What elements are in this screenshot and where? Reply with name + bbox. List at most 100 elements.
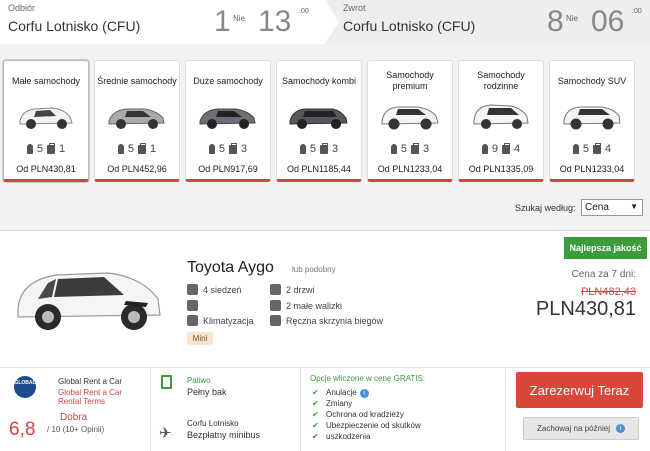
sort-bar: Szukaj według: Cena ▼: [0, 190, 650, 222]
luggage-icon: [47, 142, 55, 154]
rating-reviews[interactable]: / 10 (10+ Opinii): [47, 425, 104, 434]
return-weekday: Nie: [566, 14, 579, 23]
passenger-icon: [299, 144, 306, 154]
chevron-down-icon: ▼: [630, 202, 638, 211]
feature-bags: 2 małe walizki: [270, 300, 342, 311]
category-bags: 1: [59, 143, 66, 155]
passenger-icon: [208, 144, 215, 154]
category-bags: 4: [605, 143, 612, 155]
luggage-icon: [187, 300, 198, 311]
category-seats: 5: [309, 143, 316, 155]
category-tile-estate[interactable]: Samochody kombi 5 3 Od PLN1185,44: [276, 60, 362, 182]
rating-score: 6,8: [9, 419, 36, 440]
white-minivan-car-icon: [473, 104, 529, 129]
included-option: Anulacjei: [312, 387, 421, 398]
return-day: 8: [547, 5, 564, 38]
supplier-logo: GLOBAL: [14, 376, 36, 398]
pickup-location: Corfu Lotnisko (CFU): [8, 18, 141, 34]
return-label: Zwrot: [343, 3, 366, 13]
airport-label: Corfu Lotnisko: [187, 419, 239, 428]
category-price: Od PLN1233,04: [559, 164, 625, 174]
or-similar-label: lub podobny: [292, 265, 336, 274]
car-model-name: Toyota Aygo: [187, 259, 274, 276]
white-hatchback-car-icon: [19, 107, 73, 129]
category-price: Od PLN430,81: [16, 164, 76, 174]
car-category-list: Małe samochody 5 1 Od PLN430,81 Średnie s…: [0, 60, 650, 182]
included-option: Ochrona od kradzieży: [312, 409, 421, 420]
fuel-value: Pełny bak: [187, 387, 227, 397]
passenger-icon: [26, 144, 33, 154]
category-name: Samochody SUV: [557, 75, 627, 86]
included-option: Zmiany: [312, 398, 421, 409]
supplier-name: Global Rent a Car: [58, 377, 123, 386]
white-suv-car-icon: [563, 106, 621, 130]
category-price: Od PLN917,69: [198, 164, 258, 174]
feature-doors: 2 drzwi: [270, 284, 315, 295]
passenger-icon: [117, 144, 124, 154]
category-name: Samochody premium: [386, 70, 434, 91]
book-now-button[interactable]: Zarezerwuj Teraz: [516, 372, 643, 408]
supplier-terms-link[interactable]: Global Rent a Car Rental Terms: [58, 388, 122, 406]
category-bags: 3: [332, 143, 339, 155]
save-for-later-button[interactable]: Zachowaj na później i: [523, 417, 639, 440]
info-icon[interactable]: i: [359, 389, 369, 398]
toyota-aygo-car-image: [17, 272, 161, 330]
category-tile-premium[interactable]: Samochody premium 5 3 Od PLN1233,04: [367, 60, 453, 182]
category-price: Od PLN1233,04: [377, 164, 443, 174]
category-price: Od PLN452,96: [107, 164, 167, 174]
category-tile-family[interactable]: Samochody rodzinne 9 4 Od PLN1335,09: [458, 60, 544, 182]
category-bags: 1: [150, 143, 157, 155]
category-price: Od PLN1185,44: [287, 164, 351, 174]
dark-estate-car-icon: [289, 108, 348, 129]
airplane-icon: ✈: [159, 425, 172, 442]
category-name: Małe samochody: [11, 75, 81, 86]
grey-hatchback-car-icon: [108, 108, 165, 129]
category-seats: 5: [582, 143, 589, 155]
category-name: Średnie samochody: [97, 75, 177, 86]
luggage-icon: [411, 142, 419, 154]
fuel-label: Paliwo: [187, 376, 211, 385]
pickup-weekday: Nie: [233, 14, 246, 23]
luggage-icon: [502, 142, 510, 154]
door-icon: [270, 284, 281, 295]
category-bags: 4: [514, 143, 521, 155]
feature-seats: 4 siedzeń: [187, 284, 242, 295]
luggage-icon: [229, 142, 237, 154]
category-tile-small[interactable]: Małe samochody 5 1 Od PLN430,81: [3, 60, 89, 182]
return-minute: :00: [632, 8, 642, 15]
category-bags: 3: [423, 143, 430, 155]
category-seats: 5: [127, 143, 134, 155]
result-details: GLOBAL Global Rent a Car Global Rent a C…: [0, 367, 650, 451]
category-seats: 9: [491, 143, 498, 155]
feature-bags-placeholder: [187, 300, 198, 311]
return-segment[interactable]: Zwrot Corfu Lotnisko (CFU) 8 Nie 06 :00: [325, 0, 650, 44]
size-tag: Mini: [187, 332, 213, 345]
category-seats: 5: [36, 143, 43, 155]
included-option: Ubezpieczenie od skutków: [312, 420, 421, 431]
category-price: Od PLN1335,09: [468, 164, 534, 174]
info-icon: i: [615, 424, 625, 433]
result-card: Najlepsza jakość Toyota Aygo lub podobny…: [0, 230, 650, 451]
passenger-icon: [390, 144, 397, 154]
pickup-label: Odbiór: [8, 3, 36, 13]
category-name: Samochody rodzinne: [477, 70, 525, 91]
pickup-segment[interactable]: Odbiór Corfu Lotnisko (CFU) 1 Nie 13 :00: [0, 0, 339, 44]
category-tile-medium[interactable]: Średnie samochody 5 1 Od PLN452,96: [94, 60, 180, 182]
category-name: Samochody kombi: [281, 75, 357, 86]
sort-select[interactable]: Cena ▼: [581, 199, 643, 216]
feature-ac: Klimatyzacja: [187, 315, 254, 326]
category-seats: 5: [218, 143, 225, 155]
current-price: PLN430,81: [535, 298, 636, 320]
white-suv-car-icon: [381, 106, 439, 130]
luggage-icon: [320, 142, 328, 154]
luggage-icon: [138, 142, 146, 154]
seat-icon: [187, 284, 198, 295]
included-option-continued: uszkodzenia: [312, 431, 421, 442]
luggage-icon: [270, 300, 281, 311]
snowflake-icon: [187, 315, 198, 326]
pickup-hour: 13: [258, 5, 292, 38]
category-seats: 5: [400, 143, 407, 155]
category-tile-suv[interactable]: Samochody SUV 5 4 Od PLN1233,04: [549, 60, 635, 182]
included-options-title: Opcje wliczone w cenę GRATIS:: [310, 374, 426, 383]
category-tile-large[interactable]: Duże samochody 5 3 Od PLN917,69: [185, 60, 271, 182]
